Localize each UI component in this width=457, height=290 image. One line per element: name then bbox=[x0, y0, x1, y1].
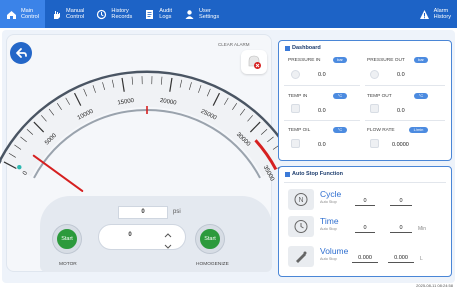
timestamp: 2025-08-11 08:24:58 bbox=[416, 283, 453, 288]
pressure-out-label: PRESSURE OUT bbox=[367, 58, 405, 63]
stepper-value: 0 bbox=[128, 232, 132, 238]
flask-icon bbox=[296, 251, 307, 263]
temp-out-value: 0.0 bbox=[397, 108, 405, 114]
volume-field-1[interactable]: 0.000 bbox=[352, 254, 378, 263]
temp-out-unit: °C bbox=[414, 93, 428, 99]
auto-stop-icon bbox=[285, 172, 290, 177]
cycle-field-2[interactable]: 0 bbox=[390, 197, 412, 206]
gauge-setpoint-marker bbox=[146, 106, 148, 114]
gauge-start-marker bbox=[17, 165, 22, 170]
warning-icon bbox=[419, 9, 430, 20]
temp-oil-unit: °C bbox=[333, 127, 347, 133]
homogenize-label: HOMOGENIZE bbox=[196, 262, 229, 267]
temp-oil-value: 0.0 bbox=[318, 142, 326, 148]
pressure-out-value: 0.0 bbox=[397, 72, 405, 78]
motor-start-button[interactable]: Start bbox=[53, 225, 81, 253]
flow-rate-value: 0.0000 bbox=[392, 142, 409, 148]
temp-in-value: 0.0 bbox=[318, 108, 326, 114]
auto-stop-title: Auto Stop Function bbox=[292, 171, 344, 177]
volume-field-2[interactable]: 0.000 bbox=[388, 254, 414, 263]
time-sub-label: Auto Stop bbox=[320, 227, 337, 231]
cycle-icon: N bbox=[294, 193, 308, 206]
temp-in-label: TEMP IN bbox=[288, 94, 308, 99]
volume-sub-label: Auto Stop bbox=[320, 257, 337, 261]
time-field-2[interactable]: 0 bbox=[390, 224, 412, 233]
pressure-in-value: 0.0 bbox=[318, 72, 326, 78]
nav-alarm-history[interactable]: Alarm History bbox=[413, 0, 457, 28]
gauge-face bbox=[1, 73, 280, 177]
divider bbox=[284, 85, 360, 86]
temp-oil-label: TEMP OIL bbox=[288, 128, 311, 133]
cycle-icon-box: N bbox=[288, 189, 314, 210]
time-icon-box bbox=[288, 216, 314, 237]
motor-label: MOTOR bbox=[59, 262, 77, 267]
thermometer-icon bbox=[370, 104, 379, 113]
gauge-icon bbox=[370, 70, 379, 79]
psi-unit-label: psi bbox=[173, 209, 181, 215]
gauge-needle bbox=[32, 154, 84, 192]
dashboard-title: Dashboard bbox=[292, 45, 321, 51]
pressure-in-unit: bar bbox=[333, 57, 347, 63]
temp-out-label: TEMP OUT bbox=[367, 94, 392, 99]
thermometer-icon bbox=[291, 104, 300, 113]
divider bbox=[284, 182, 446, 183]
time-unit: Min bbox=[418, 226, 427, 232]
thermometer-icon bbox=[291, 139, 300, 148]
flow-rate-label: FLOW RATE bbox=[367, 128, 395, 133]
volume-label: Volume bbox=[320, 246, 349, 256]
homogenize-start-button[interactable]: Start bbox=[196, 225, 224, 253]
pressure-out-unit: bar bbox=[414, 57, 428, 63]
time-field-1[interactable]: 0 bbox=[355, 224, 375, 233]
nav-alarm-history-label: Alarm History bbox=[433, 8, 451, 20]
stepper-up-button[interactable] bbox=[163, 227, 173, 238]
cycle-sub-label: Auto Stop bbox=[320, 200, 337, 204]
volume-unit: L bbox=[420, 256, 423, 262]
gauge-icon bbox=[291, 70, 300, 79]
svg-text:N: N bbox=[299, 197, 304, 204]
divider bbox=[365, 85, 445, 86]
psi-input[interactable]: 0 bbox=[118, 206, 168, 219]
cycle-field-1[interactable]: 0 bbox=[355, 197, 375, 206]
cycle-label: Cycle bbox=[320, 189, 342, 199]
pressure-in-label: PRESSURE IN bbox=[288, 58, 321, 63]
divider bbox=[284, 120, 360, 121]
time-label: Time bbox=[320, 216, 339, 226]
divider bbox=[365, 120, 445, 121]
chevron-down-icon bbox=[164, 244, 172, 249]
volume-icon-box bbox=[288, 246, 314, 267]
stepper-down-button[interactable] bbox=[163, 238, 173, 249]
temp-in-unit: °C bbox=[333, 93, 347, 99]
clock-icon bbox=[294, 220, 308, 233]
dashboard-icon bbox=[285, 46, 290, 51]
flow-icon bbox=[370, 139, 379, 148]
pressure-gauge: 050001000015000 20000250003000035000 bbox=[0, 70, 280, 192]
flow-rate-unit: L/min bbox=[409, 127, 428, 133]
